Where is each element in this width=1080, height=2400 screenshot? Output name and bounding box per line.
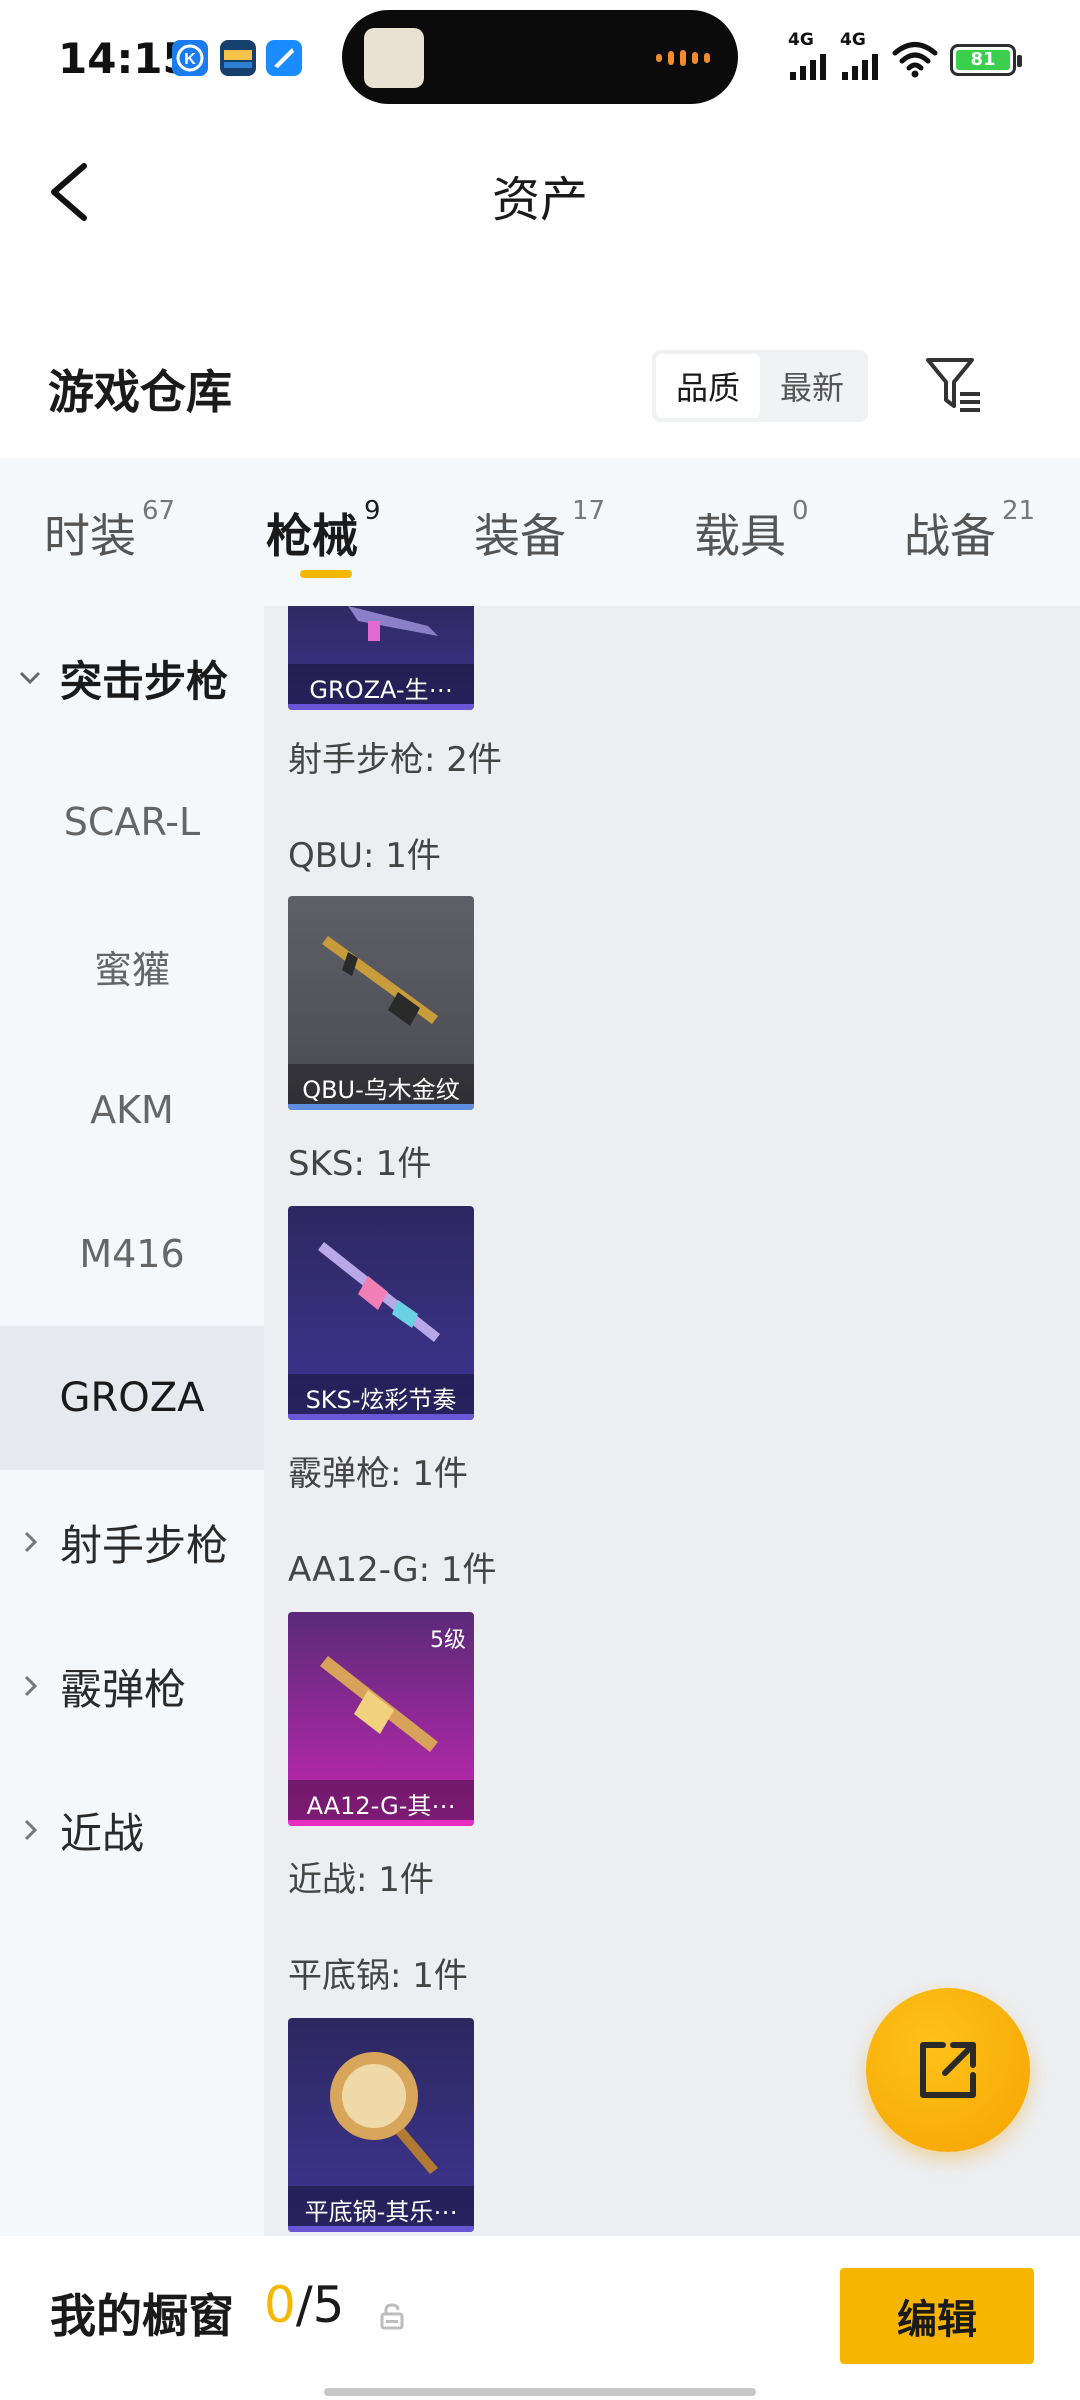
chevron-right-icon (0, 1529, 60, 1555)
sort-quality-button[interactable]: 品质 (656, 354, 760, 418)
share-external-icon (920, 2042, 976, 2098)
showcase-label: 我的橱窗 (50, 2289, 234, 2343)
lock-icon (380, 2303, 404, 2330)
sidebar-item-akm[interactable]: AKM (0, 1038, 264, 1182)
edit-button[interactable]: 编辑 (840, 2268, 1034, 2364)
category-header-shotgun: 霰弹枪: 1件 (288, 1454, 468, 1494)
category-header-melee: 近战: 1件 (288, 1860, 434, 1900)
sidebar-group-label: 近战 (60, 1808, 145, 1858)
wifi-icon (892, 42, 938, 78)
sidebar-item-honey-badger[interactable]: 蜜獾 (0, 894, 264, 1038)
active-tab-indicator (300, 570, 352, 578)
pan-image-icon (330, 2052, 438, 2174)
item-card-qbu[interactable]: QBU-乌木金纹 (288, 896, 474, 1110)
rarity-strip (288, 1414, 474, 1420)
tab-fashion[interactable]: 时装 67 (44, 496, 175, 566)
rifle-image-icon (318, 1242, 440, 1342)
sort-newest-button[interactable]: 最新 (760, 354, 864, 418)
sidebar-group-melee[interactable]: 近战 (0, 1758, 264, 1902)
app-notification-icon-game (220, 40, 256, 76)
item-card-aa12[interactable]: 5级 AA12-G-其⋯ (288, 1612, 474, 1826)
signal-icon-2 (842, 50, 878, 80)
rifle-image-icon (322, 936, 438, 1026)
page-title: 资产 (491, 172, 588, 228)
chevron-right-icon (0, 1673, 60, 1699)
tab-guns[interactable]: 枪械 9 (266, 496, 381, 566)
svg-text:K: K (184, 51, 196, 68)
showcase-current: 0 (264, 2276, 296, 2334)
rarity-strip (288, 1820, 474, 1826)
tab-equipment[interactable]: 装备 17 (474, 496, 605, 566)
rarity-strip (288, 704, 474, 710)
item-level-badge: 5级 (430, 1628, 466, 1653)
battery-icon: 81 (950, 44, 1022, 76)
app-notification-icon-k: K (172, 40, 208, 76)
chevron-right-icon (0, 1817, 60, 1843)
network-label-2: 4G (840, 30, 866, 50)
sidebar-item-scar-l[interactable]: SCAR-L (0, 750, 264, 894)
chevron-down-icon (0, 665, 60, 691)
share-button[interactable] (866, 1988, 1030, 2152)
home-indicator[interactable] (324, 2388, 756, 2396)
sidebar-item-groza[interactable]: GROZA (0, 1326, 264, 1470)
sort-toggle: 品质 最新 (652, 350, 868, 422)
item-card-groza[interactable]: GROZA-生⋯ (288, 606, 474, 710)
showcase-count: 0/5 (264, 2276, 344, 2334)
network-label-1: 4G (788, 30, 814, 50)
rarity-strip (288, 2226, 474, 2232)
app-notification-icon-feather (266, 40, 302, 76)
weapon-category-sidebar: 突击步枪 SCAR-L 蜜獾 AKM M416 GROZA 射手步枪 霰弹枪 近… (0, 606, 264, 2236)
sidebar-group-label: 霰弹枪 (60, 1664, 187, 1714)
warehouse-title: 游戏仓库 (48, 365, 232, 419)
sidebar-group-label: 射手步枪 (60, 1520, 229, 1570)
weapon-header-aa12: AA12-G: 1件 (288, 1550, 497, 1590)
item-card-sks[interactable]: SKS-炫彩节奏 (288, 1206, 474, 1420)
weapon-header-pan: 平底锅: 1件 (288, 1956, 468, 1996)
rifle-image-icon (348, 606, 438, 641)
category-tabs: 时装 67 枪械 9 装备 17 载具 0 战备 21 (0, 458, 1080, 606)
rarity-strip (288, 1104, 474, 1110)
dynamic-island[interactable] (342, 10, 738, 104)
tab-combat-supplies[interactable]: 战备 21 (904, 496, 1035, 566)
signal-icon-1 (790, 50, 826, 80)
sidebar-item-m416[interactable]: M416 (0, 1182, 264, 1326)
tab-vehicles[interactable]: 载具 0 (694, 496, 809, 566)
status-bar: 14:15 K 4G 4G 81 (0, 0, 1080, 120)
battery-level: 81 (956, 50, 1010, 70)
filter-icon[interactable] (922, 352, 986, 416)
sidebar-group-label: 突击步枪 (60, 656, 229, 706)
item-card-pan[interactable]: 平底锅-其乐⋯ (288, 2018, 474, 2232)
audio-wave-icon (656, 50, 710, 66)
weapon-header-qbu: QBU: 1件 (288, 836, 441, 876)
sidebar-group-marksman-rifles[interactable]: 射手步枪 (0, 1470, 264, 1614)
category-header-marksman: 射手步枪: 2件 (288, 740, 502, 780)
media-thumbnail-icon (364, 28, 424, 88)
sidebar-group-shotguns[interactable]: 霰弹枪 (0, 1614, 264, 1758)
sidebar-group-assault-rifles[interactable]: 突击步枪 (0, 606, 264, 750)
showcase-total: /5 (295, 2276, 345, 2334)
showcase-bar: 我的橱窗 0/5 编辑 (0, 2236, 1080, 2400)
weapon-header-sks: SKS: 1件 (288, 1144, 432, 1184)
